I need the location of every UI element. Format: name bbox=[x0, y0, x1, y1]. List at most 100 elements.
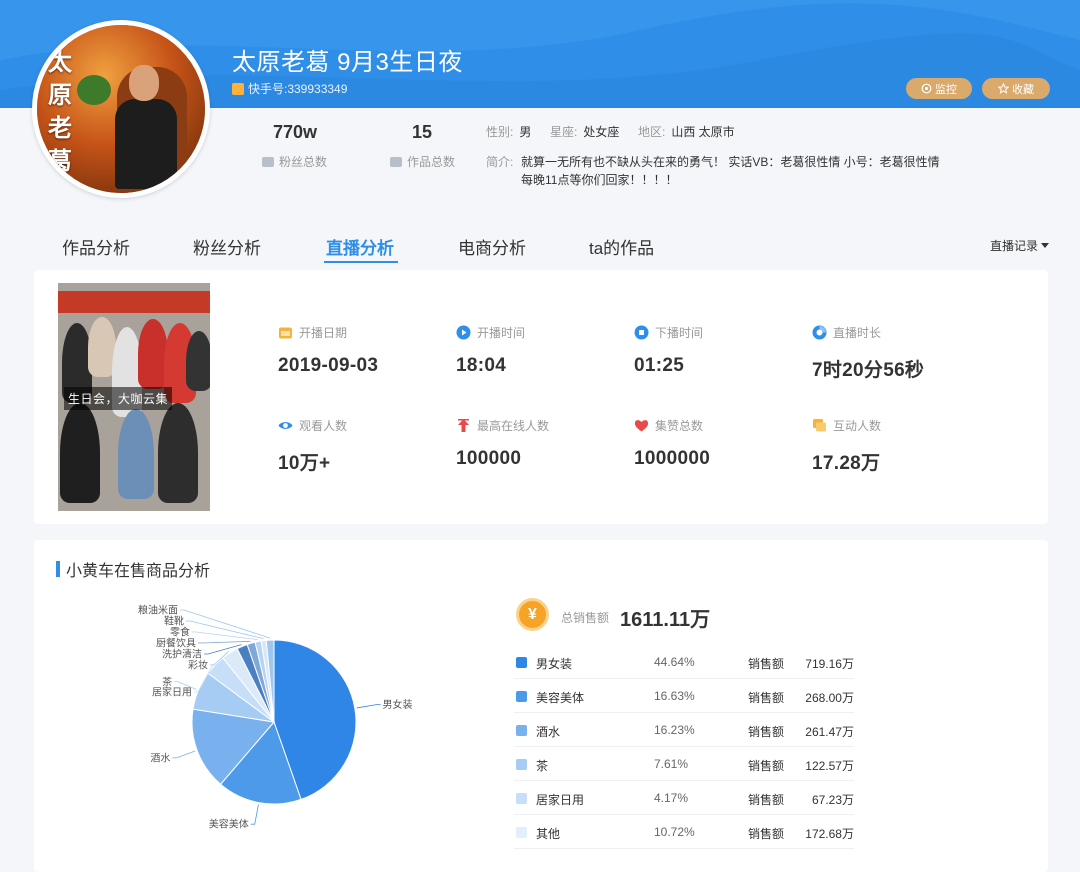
total-sales-label: 总销售额 bbox=[561, 611, 610, 625]
peak-online-value: 100000 bbox=[456, 448, 522, 469]
stat-interactions: 互动人数 17.28万 bbox=[812, 419, 882, 474]
peak-icon bbox=[458, 419, 469, 432]
caret-down-icon bbox=[1041, 243, 1050, 248]
avatar-text: 太 原 老 葛 bbox=[48, 47, 72, 175]
kuaishou-id-text: 快手号:339933349 bbox=[248, 82, 348, 96]
zodiac-info: 星座: 处女座 bbox=[550, 125, 620, 139]
gender-info: 性别: 男 bbox=[486, 125, 532, 139]
tab-bar: 作品分析 粉丝分析 直播分析 电商分析 ta的作品 直播记录 bbox=[0, 220, 1080, 272]
category-name: 美容美体 bbox=[536, 691, 585, 705]
category-amount: 67.23万 bbox=[811, 793, 854, 807]
amount-label: 销售额 bbox=[748, 793, 785, 807]
live-thumbnail[interactable]: 生日会，大咖云集 bbox=[58, 283, 210, 511]
likes-value: 1000000 bbox=[634, 448, 711, 469]
pie-label: 美容美体 bbox=[209, 818, 249, 831]
followers-icon bbox=[262, 156, 274, 167]
category-percent: 16.23% bbox=[654, 723, 695, 737]
category-name: 其他 bbox=[536, 827, 561, 841]
tab-live-analysis[interactable]: 直播分析 bbox=[326, 234, 394, 259]
legend-swatch bbox=[516, 725, 527, 736]
category-percent: 7.61% bbox=[654, 757, 689, 771]
section-title: 小黄车在售商品分析 bbox=[56, 557, 210, 581]
followers-count: 770w bbox=[272, 122, 318, 142]
live-record-label: 直播记录 bbox=[990, 239, 1039, 253]
category-percent: 10.72% bbox=[654, 825, 695, 839]
viewers-value: 10万+ bbox=[278, 453, 331, 474]
favorite-label: 收藏 bbox=[1012, 83, 1034, 96]
pie-leader-line bbox=[356, 704, 381, 709]
category-amount: 172.68万 bbox=[805, 827, 854, 841]
region-info: 地区: 山西 太原市 bbox=[638, 125, 735, 139]
live-record-dropdown[interactable]: 直播记录 bbox=[990, 237, 1050, 254]
legend-swatch bbox=[516, 827, 527, 838]
heart-icon bbox=[634, 420, 649, 432]
amount-label: 销售额 bbox=[748, 759, 785, 773]
monitor-label: 监控 bbox=[935, 83, 957, 96]
calendar-icon bbox=[279, 327, 292, 339]
pie-chart-svg: 男女装美容美体酒水茶居家日用彩妆洗护清洁厨餐饮具零食鞋靴粮油米面 bbox=[138, 604, 413, 831]
active-tab-indicator bbox=[324, 261, 398, 263]
sales-row: 酒水 16.23% 销售额 261.47万 bbox=[514, 713, 854, 747]
live-overview-card: 生日会，大咖云集 开播日期 2019-09-03 开播时间 18:04 下播时间… bbox=[34, 270, 1048, 524]
legend-swatch bbox=[516, 759, 527, 770]
works-count: 15 bbox=[411, 122, 433, 142]
stat-duration: 直播时长 7时20分56秒 bbox=[812, 325, 925, 381]
sales-row: 其他 10.72% 销售额 172.68万 bbox=[514, 815, 854, 849]
category-percent: 44.64% bbox=[654, 655, 695, 669]
pie-label: 粮油米面 bbox=[138, 604, 178, 617]
category-percent: 16.63% bbox=[654, 689, 695, 703]
stat-peak-online: 最高在线人数 100000 bbox=[456, 419, 550, 469]
category-amount: 122.57万 bbox=[805, 759, 854, 773]
tab-works-analysis[interactable]: 作品分析 bbox=[62, 234, 130, 259]
amount-label: 销售额 bbox=[748, 827, 785, 841]
pie-leader-line bbox=[198, 640, 251, 644]
sales-row: 茶 7.61% 销售额 122.57万 bbox=[514, 747, 854, 781]
duration-value: 7时20分56秒 bbox=[812, 360, 925, 381]
category-name: 男女装 bbox=[536, 657, 573, 671]
tab-ecommerce-analysis[interactable]: 电商分析 bbox=[458, 234, 526, 259]
pie-label: 茶 bbox=[162, 675, 172, 688]
pie-leader-line bbox=[180, 609, 271, 639]
end-time-value: 01:25 bbox=[634, 355, 685, 376]
category-name: 酒水 bbox=[536, 725, 561, 739]
sales-row: 美容美体 16.63% 销售额 268.00万 bbox=[514, 679, 854, 713]
star-icon bbox=[998, 83, 1009, 94]
monitor-button[interactable]: 监控 bbox=[906, 78, 972, 99]
play-icon bbox=[456, 325, 471, 340]
pie-leader-line bbox=[250, 804, 259, 825]
clock-icon bbox=[812, 325, 827, 340]
pie-label: 居家日用 bbox=[152, 686, 192, 699]
works-icon bbox=[390, 156, 402, 167]
works-label: 作品总数 bbox=[390, 153, 455, 170]
category-amount: 261.47万 bbox=[805, 725, 854, 739]
stat-start-date: 开播日期 2019-09-03 bbox=[278, 326, 379, 376]
category-name: 居家日用 bbox=[536, 793, 585, 807]
sales-row: 男女装 44.64% 销售额 719.16万 bbox=[514, 645, 854, 679]
bio-label: 简介: bbox=[486, 155, 514, 169]
legend-swatch bbox=[516, 657, 527, 668]
tab-ta-works[interactable]: ta的作品 bbox=[589, 234, 654, 259]
followers-label: 粉丝总数 bbox=[262, 153, 327, 170]
bio-text: 就算一无所有也不缺从头在来的勇气！ 实话VB：老葛很性情 小号：老葛很性情 每晚… bbox=[521, 155, 940, 187]
thumbnail-caption: 生日会，大咖云集 bbox=[64, 387, 173, 410]
favorite-button[interactable]: 收藏 bbox=[982, 78, 1050, 99]
yuan-icon: ¥ bbox=[516, 598, 549, 631]
category-amount: 719.16万 bbox=[805, 657, 854, 671]
category-pie-chart: 男女装 美容美体 酒水茶居家日用 彩妆 洗护清洁 厨餐饮具 零食 鞋靴 粮油米面 bbox=[34, 600, 474, 845]
amount-label: 销售额 bbox=[748, 691, 785, 705]
stop-icon bbox=[634, 325, 649, 340]
pie-leader-line bbox=[172, 750, 196, 759]
category-percent: 4.17% bbox=[654, 791, 689, 805]
stat-start-time: 开播时间 18:04 bbox=[456, 325, 526, 376]
category-amount: 268.00万 bbox=[805, 691, 854, 705]
stat-likes: 集赞总数 1000000 bbox=[634, 419, 711, 469]
avatar: 太 原 老 葛 bbox=[32, 20, 210, 198]
tab-fans-analysis[interactable]: 粉丝分析 bbox=[193, 234, 261, 259]
start-time-value: 18:04 bbox=[456, 355, 507, 376]
eye-icon bbox=[278, 422, 293, 429]
sales-analysis-card: 小黄车在售商品分析 男女装 美容美体 酒水茶居家日用 彩妆 洗护清洁 厨餐饮具 零食 鞋靴 粮油… bbox=[34, 540, 1048, 872]
pie-label: 男女装 bbox=[383, 698, 413, 711]
sales-row: 居家日用 4.17% 销售额 67.23万 bbox=[514, 781, 854, 815]
monitor-icon bbox=[921, 83, 932, 94]
interactions-value: 17.28万 bbox=[812, 453, 881, 474]
